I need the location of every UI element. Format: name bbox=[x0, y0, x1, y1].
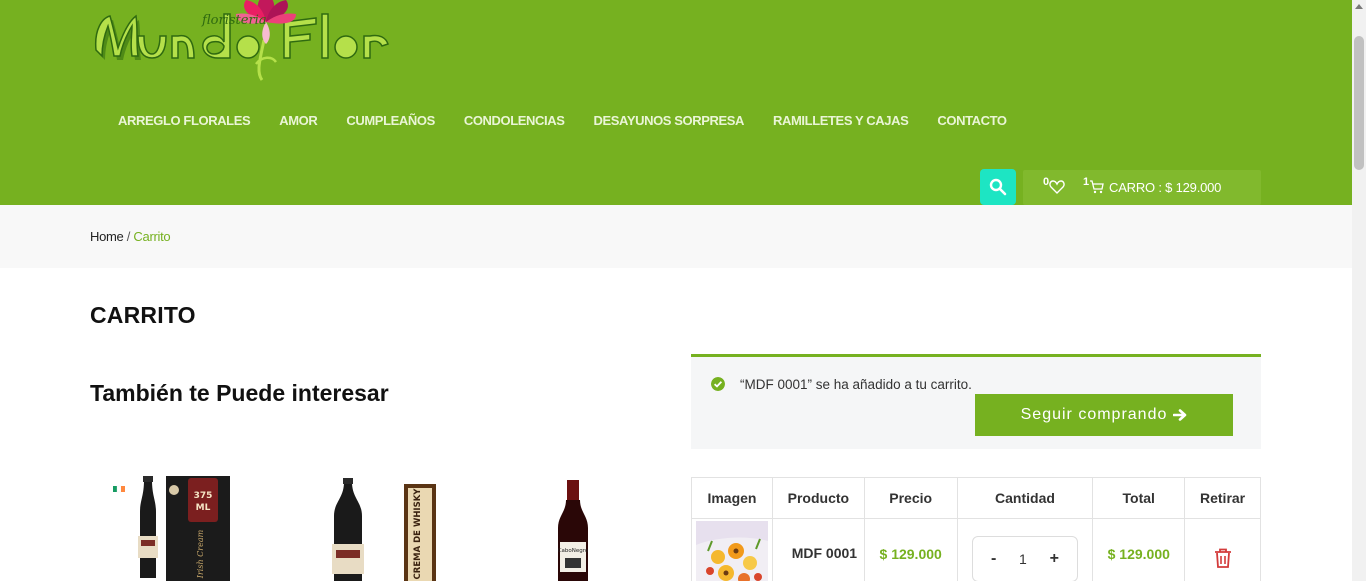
related-product-card[interactable]: 375 ML Irish Cream bbox=[110, 472, 232, 581]
cart-icon[interactable] bbox=[1089, 180, 1104, 194]
cart-item-price: $ 129.000 bbox=[863, 518, 958, 581]
nav-item-arreglo-florales[interactable]: ARREGLO FLORALES bbox=[118, 113, 251, 128]
page: floristeria ARREGLO FLORALES AMOR CUMPLE… bbox=[0, 0, 1366, 581]
product-image: CaboNegro bbox=[512, 472, 640, 581]
nav-item-ramilletes-y-cajas[interactable]: RAMILLETES Y CAJAS bbox=[773, 113, 909, 128]
nav-item-cumpleanos[interactable]: CUMPLEAÑOS bbox=[346, 113, 435, 128]
continue-shopping-button[interactable]: Seguir comprando bbox=[975, 394, 1233, 436]
column-header-precio: Precio bbox=[863, 477, 958, 519]
scroll-up-arrow-icon[interactable] bbox=[1355, 4, 1363, 9]
scroll-thumb[interactable] bbox=[1354, 36, 1364, 170]
quantity-stepper: - 1 + bbox=[971, 535, 1078, 581]
cart-item-total: $ 129.000 bbox=[1092, 518, 1186, 581]
column-header-cantidad: Cantidad bbox=[956, 477, 1094, 519]
table-row: MDF 0001 $ 129.000 - 1 + $ 129.000 bbox=[691, 518, 1261, 581]
page-title: CARRITO bbox=[90, 302, 196, 328]
trash-icon[interactable] bbox=[1214, 548, 1232, 568]
product-image: 375 ML Irish Cream bbox=[110, 472, 232, 581]
cart-table: Imagen Producto Precio Cantidad Total Re… bbox=[691, 477, 1261, 581]
related-product-card[interactable]: CREMA DE WHISKY bbox=[320, 472, 442, 581]
page-scrollbar[interactable] bbox=[1352, 0, 1366, 581]
related-products-title: También te Puede interesar bbox=[90, 380, 389, 406]
header-cart-area: 0 1 CARRO : $ 129.000 bbox=[1023, 170, 1261, 205]
added-to-cart-notice: “MDF 0001” se ha añadido a tu carrito. S… bbox=[691, 354, 1261, 449]
svg-text:CREMA DE WHISKY: CREMA DE WHISKY bbox=[413, 488, 423, 580]
cart-item-product[interactable]: MDF 0001 bbox=[771, 518, 865, 581]
quantity-value[interactable]: 1 bbox=[1019, 551, 1027, 567]
nav-item-condolencias[interactable]: CONDOLENCIAS bbox=[464, 113, 565, 128]
svg-text:375: 375 bbox=[194, 491, 213, 501]
notice-message: “MDF 0001” se ha añadido a tu carrito. bbox=[740, 377, 972, 392]
site-logo[interactable]: floristeria bbox=[88, 0, 403, 82]
quantity-increase-button[interactable]: + bbox=[1050, 550, 1059, 568]
cart-item-remove-cell bbox=[1184, 518, 1261, 581]
cart-item-quantity-cell: - 1 + bbox=[956, 518, 1094, 581]
breadcrumb-band: Home / Carrito bbox=[0, 205, 1352, 268]
column-header-retirar: Retirar bbox=[1184, 477, 1261, 519]
nav-item-amor[interactable]: AMOR bbox=[279, 113, 318, 128]
nav-item-desayunos-sorpresa[interactable]: DESAYUNOS SORPRESA bbox=[594, 113, 745, 128]
column-header-producto: Producto bbox=[771, 477, 865, 519]
cart-item-image-cell bbox=[691, 518, 773, 581]
search-button[interactable] bbox=[980, 169, 1016, 205]
svg-text:Irish Cream: Irish Cream bbox=[196, 529, 205, 579]
nav-item-contacto[interactable]: CONTACTO bbox=[937, 113, 1007, 128]
column-header-total: Total bbox=[1092, 477, 1186, 519]
quantity-decrease-button[interactable]: - bbox=[991, 550, 996, 568]
svg-text:floristeria: floristeria bbox=[201, 13, 267, 28]
breadcrumb: Home / Carrito bbox=[90, 229, 171, 244]
continue-shopping-label: Seguir comprando bbox=[1020, 406, 1168, 423]
svg-text:ML: ML bbox=[196, 503, 211, 513]
search-icon bbox=[989, 178, 1007, 196]
breadcrumb-home[interactable]: Home bbox=[90, 229, 124, 244]
main-nav: ARREGLO FLORALES AMOR CUMPLEAÑOS CONDOLE… bbox=[118, 113, 1036, 128]
product-thumbnail[interactable] bbox=[695, 520, 768, 581]
breadcrumb-separator: / bbox=[123, 229, 134, 244]
breadcrumb-current: Carrito bbox=[133, 229, 171, 244]
heart-icon[interactable] bbox=[1049, 180, 1065, 194]
arrow-right-icon bbox=[1173, 409, 1187, 421]
check-circle-icon bbox=[711, 377, 725, 391]
cart-total-link[interactable]: CARRO : $ 129.000 bbox=[1109, 180, 1221, 195]
svg-text:CaboNegro: CaboNegro bbox=[558, 548, 589, 554]
site-header: floristeria ARREGLO FLORALES AMOR CUMPLE… bbox=[0, 0, 1352, 205]
product-image: CREMA DE WHISKY bbox=[320, 472, 442, 581]
related-product-card[interactable]: CaboNegro bbox=[512, 472, 640, 581]
column-header-imagen: Imagen bbox=[691, 477, 773, 519]
cart-table-header: Imagen Producto Precio Cantidad Total Re… bbox=[691, 477, 1261, 519]
